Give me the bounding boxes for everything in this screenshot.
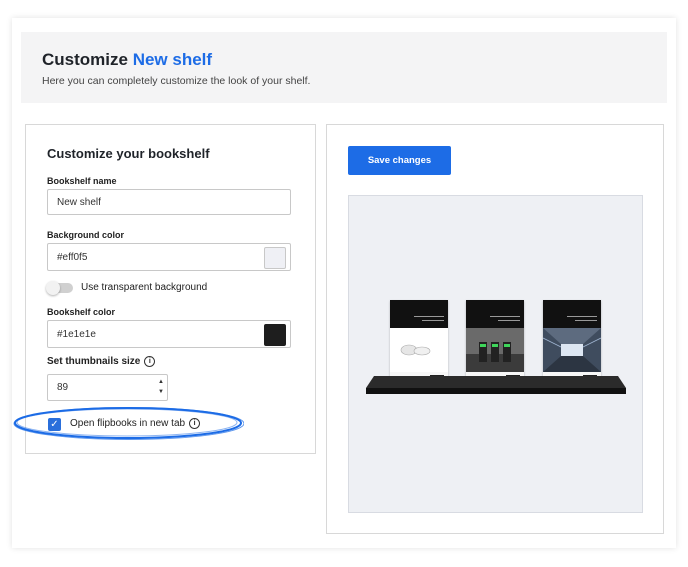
info-icon[interactable]: i	[144, 356, 156, 367]
cover-text-line	[567, 316, 597, 317]
shelf-name-title: New shelf	[132, 50, 213, 69]
bookshelf-color-swatch[interactable]	[264, 324, 286, 346]
devices-image	[466, 328, 524, 372]
flipbook-thumbnail[interactable]: ●●●	[543, 300, 601, 382]
transparent-background-toggle[interactable]	[46, 281, 73, 295]
transparent-background-label: Use transparent background	[81, 282, 208, 293]
page-title-prefix: Customize	[42, 50, 128, 69]
bookshelf-plank	[366, 376, 626, 394]
settings-panel-title: Customize your bookshelf	[47, 146, 210, 161]
thumbnail-size-stepper[interactable]: 89 ▲ ▼	[47, 374, 168, 401]
page-subtitle: Here you can completely customize the lo…	[42, 75, 311, 87]
save-changes-button[interactable]: Save changes	[348, 146, 451, 175]
page-header: Customize New shelf Here you can complet…	[21, 32, 667, 103]
bookshelf-color-value: #1e1e1e	[57, 329, 96, 340]
background-color-input[interactable]: #eff0f5	[47, 243, 291, 271]
background-color-swatch[interactable]	[264, 247, 286, 269]
bookshelf-name-value: New shelf	[57, 197, 101, 208]
cover-text-line	[498, 320, 520, 321]
cover-text-line	[490, 316, 520, 317]
book-cover-header	[466, 300, 524, 328]
shelf-preview: ●●● ●●●	[348, 195, 643, 513]
preview-panel: Save changes ●●● ●●●	[326, 124, 664, 534]
bookshelf-color-label: Bookshelf color	[47, 307, 116, 317]
cover-text-line	[414, 316, 444, 317]
cover-text-line	[422, 320, 444, 321]
book-cover-header	[543, 300, 601, 328]
highlight-ellipse	[13, 407, 244, 440]
tunnel-image	[543, 328, 601, 372]
bookshelf-name-label: Bookshelf name	[47, 176, 117, 186]
page-title: Customize New shelf	[42, 50, 212, 70]
thumbnail-size-value: 89	[57, 382, 69, 393]
bookshelf-color-input[interactable]: #1e1e1e	[47, 320, 291, 348]
thumbnail-size-label: Set thumbnails size i	[47, 356, 156, 368]
thumbnail-size-label-text: Set thumbnails size	[47, 356, 141, 368]
background-color-value: #eff0f5	[57, 252, 88, 263]
background-color-label: Background color	[47, 230, 125, 240]
cover-text-line	[575, 320, 597, 321]
toggle-knob	[46, 281, 60, 295]
bookshelf-name-input[interactable]: New shelf	[47, 189, 291, 215]
earbuds-image	[400, 344, 431, 356]
stepper-arrows-icon[interactable]: ▲ ▼	[158, 377, 164, 397]
flipbook-thumbnail[interactable]: ●●●	[466, 300, 524, 382]
flipbook-thumbnail[interactable]: ●●●	[390, 300, 448, 382]
book-cover-header	[390, 300, 448, 328]
